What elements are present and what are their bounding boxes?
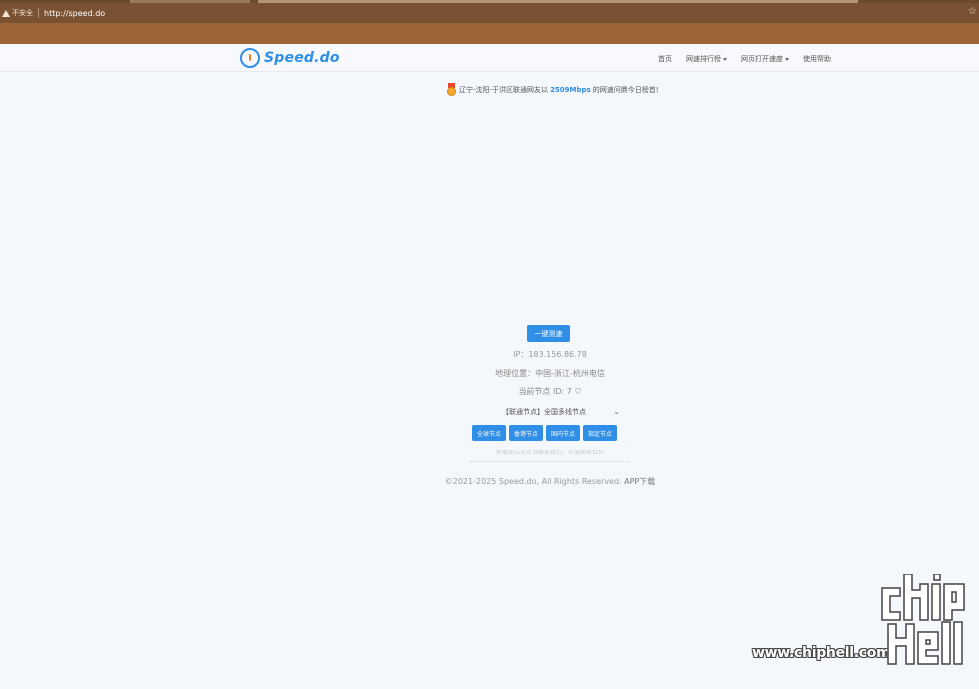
- announcement-prefix: 辽宁-沈阳-于洪区联通网友以: [459, 85, 549, 94]
- security-indicator[interactable]: 不安全: [2, 8, 33, 18]
- speedometer-icon: [240, 48, 260, 68]
- current-node-label: 当前节点 ID: 7: [518, 387, 572, 396]
- browser-toolbar: [0, 23, 979, 44]
- logo-text: Speed.do: [264, 50, 340, 66]
- caret-down-icon: [723, 57, 727, 61]
- global-node-button[interactable]: 全球节点: [472, 425, 507, 441]
- nav-label: 网页打开速度: [741, 55, 783, 63]
- address-bar[interactable]: 不安全 http://speed.do ☆: [0, 3, 979, 23]
- watermark-site: www.chiphell.com: [752, 645, 891, 661]
- nav-label: 网速排行榜: [686, 55, 721, 63]
- faded-divider: [470, 461, 630, 463]
- warning-icon: [2, 9, 10, 17]
- nav-item-home[interactable]: 首页: [658, 54, 672, 64]
- heart-icon[interactable]: ♡: [574, 387, 581, 396]
- hongkong-node-button[interactable]: 香港节点: [509, 425, 544, 441]
- announcement: 辽宁-沈阳-于洪区联通网友以 2509Mbps 的网速问鼎今日榜首!: [446, 83, 659, 96]
- nav-item-ranking[interactable]: 网速排行榜: [686, 54, 727, 64]
- domestic-node-button[interactable]: 国内节点: [546, 425, 581, 441]
- chiphell-logo: [881, 574, 965, 665]
- bookmark-star-icon[interactable]: ☆: [968, 6, 977, 17]
- node-button-group: 全球节点 香港节点 国内节点 指定节点: [472, 425, 618, 441]
- nav-item-page-speed[interactable]: 网页打开速度: [741, 54, 789, 64]
- node-select-value: 【联通节点】全国多线节点: [502, 407, 586, 416]
- announcement-speed: 2509Mbps: [550, 85, 591, 94]
- ip-address: IP：183.156.86.78: [513, 350, 587, 359]
- footer: ©2021-2025 Speed.do, All Rights Reserved…: [420, 476, 680, 487]
- current-node: 当前节点 ID: 7 ♡: [400, 386, 700, 397]
- geo-location: 地理位置：中国-浙江-杭州电信: [495, 369, 605, 378]
- medal-icon: [446, 83, 457, 96]
- chevron-down-icon: ⌄: [613, 407, 620, 416]
- url-text[interactable]: http://speed.do: [44, 9, 105, 18]
- caret-down-icon: [785, 57, 789, 61]
- security-label: 不安全: [12, 9, 33, 17]
- address-divider: [38, 8, 39, 18]
- site-header: Speed.do 首页 网速排行榜 网页打开速度 使用帮助: [0, 44, 979, 72]
- specified-node-button[interactable]: 指定节点: [583, 425, 618, 441]
- main-nav: 首页 网速排行榜 网页打开速度 使用帮助: [658, 54, 831, 64]
- start-test-button[interactable]: 一键测速: [527, 325, 570, 342]
- nav-item-help[interactable]: 使用帮助: [803, 54, 831, 64]
- node-select[interactable]: 【联通节点】全国多线节点 ⌄: [498, 405, 622, 418]
- nav-label: 使用帮助: [803, 55, 831, 63]
- announcement-suffix: 的网速问鼎今日榜首!: [592, 85, 659, 94]
- copyright: ©2021-2025 Speed.do, All Rights Reserved…: [444, 477, 622, 486]
- site-logo[interactable]: Speed.do: [240, 48, 340, 68]
- app-download-link[interactable]: APP下载: [624, 477, 655, 486]
- faded-notice: 新增测试节点请联系我们，欢迎商务合作: [495, 450, 604, 456]
- nav-label: 首页: [658, 55, 672, 63]
